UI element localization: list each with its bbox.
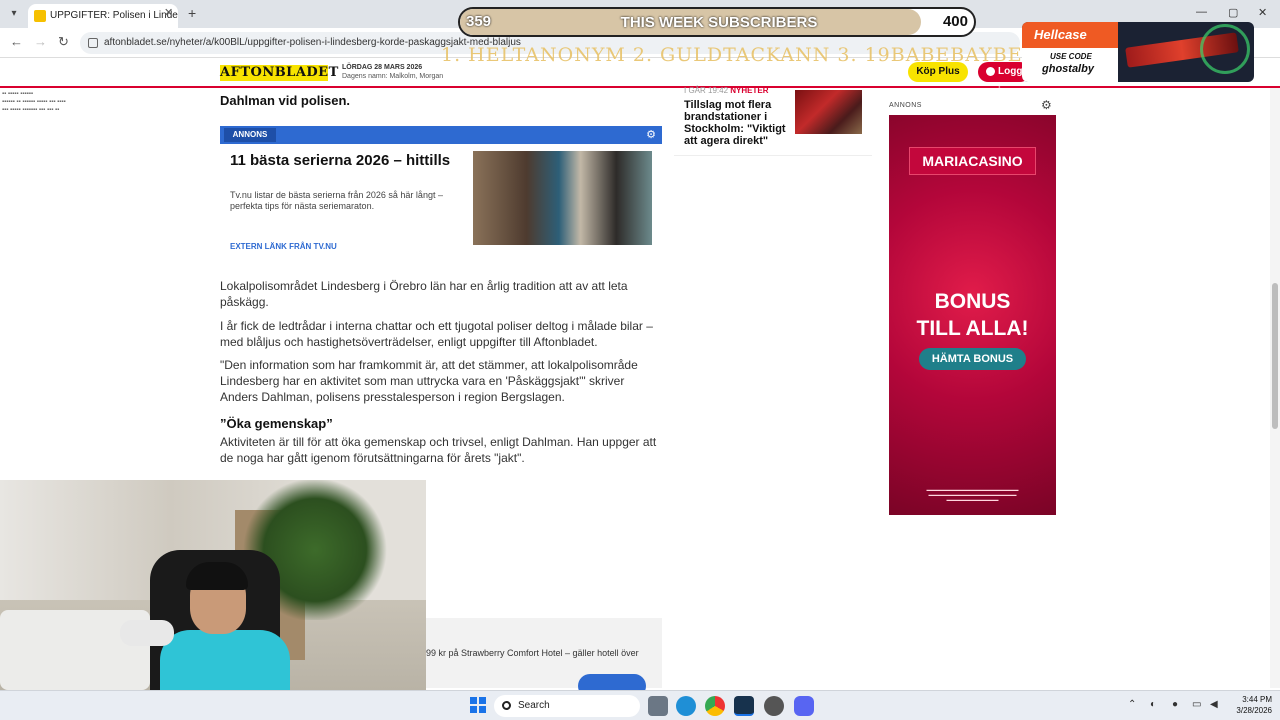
taskbar-clock[interactable]: 3:44 PM 3/28/2026 [1226, 694, 1272, 716]
display-icon[interactable]: ▭ [1192, 699, 1201, 710]
sidebar-news-item[interactable]: I GÅR 19:42 NYHETER Tillslag mot flera b… [674, 84, 872, 156]
article-paragraph: Aktiviteten är till för att öka gemenska… [220, 435, 657, 465]
tab-search-icon[interactable]: ▾ [4, 4, 24, 24]
article-intro-text: Dahlman vid polisen. [220, 93, 351, 108]
news-time: I GÅR 19:42 [684, 86, 729, 95]
edge-icon[interactable] [676, 696, 696, 716]
hellcase-code: ghostalby [1042, 63, 1094, 75]
clock-time: 3:44 PM [1242, 695, 1272, 704]
user-icon [986, 67, 995, 76]
subscriber-goal-bar: THIS WEEK SUBSCRIBERS 359 400 [458, 7, 976, 37]
forward-icon[interactable]: → [34, 34, 47, 50]
gear-icon[interactable]: ⚙ [646, 128, 656, 141]
taskbar-search-label: Search [518, 700, 550, 711]
browser-tab[interactable]: UPPGIFTER: Polisen i Lindesberg [28, 4, 178, 28]
taskbar-search-input[interactable]: Search [494, 695, 640, 717]
hellcase-code-label: USE CODE [1050, 52, 1092, 61]
news-meta: I GÅR 19:42 NYHETER [684, 86, 769, 95]
clock-date: 3/28/2026 [1236, 706, 1272, 715]
site-logo[interactable]: AFTONBLADET [220, 65, 338, 81]
sponsored-text: 99 kr på Strawberry Comfort Hotel – gäll… [426, 648, 639, 658]
gear-icon[interactable]: ⚙ [1041, 98, 1052, 112]
article-subheading: ”Öka gemenskap” [220, 416, 333, 431]
maximize-icon[interactable]: ▢ [1228, 6, 1238, 19]
windows-start-icon[interactable] [470, 697, 486, 713]
chat-line: ▪▪ ▪▪▪▪▪ ▪▪▪▪▪▪ [2, 91, 33, 97]
glow-ring-icon [1200, 24, 1250, 74]
native-ad[interactable]: ANNONS ⚙ 11 bästa serierna 2026 – hittil… [220, 126, 662, 264]
news-thumbnail[interactable] [795, 90, 862, 134]
ad-external-link[interactable]: EXTERN LÄNK FRÅN TV.NU [230, 242, 337, 251]
chrome-icon[interactable] [705, 696, 725, 716]
tab-title: UPPGIFTER: Polisen i Lindesberg [50, 10, 178, 21]
scrollbar-thumb[interactable] [1272, 283, 1278, 429]
webcam-person-shirt [160, 630, 290, 690]
header-name-day: Dagens namn: Malkolm, Morgan [342, 73, 444, 80]
hellcase-logo: Hellcase [1022, 22, 1118, 48]
back-icon[interactable]: ← [10, 34, 23, 50]
ad-header-bar: ANNONS ⚙ [220, 126, 662, 144]
casino-banner-ad[interactable]: MARIACASINO BONUS TILL ALLA! HÄMTA BONUS… [889, 115, 1056, 515]
chat-line: ▪▪▪▪▪▪ ▪▪ ▪▪▪▪▪▪ ▪▪▪▪▪ ▪▪▪ ▪▪▪▪ [2, 99, 66, 105]
task-view-icon[interactable] [648, 696, 668, 716]
casino-bonus-line1: BONUS [934, 290, 1011, 313]
scrollbar[interactable] [1270, 88, 1280, 688]
ad-title[interactable]: 11 bästa serierna 2026 – hittills [230, 152, 480, 169]
tray-chevron-icon[interactable]: ⌃ [1128, 699, 1136, 710]
steam-icon[interactable] [734, 696, 754, 716]
webcam-person-cap [186, 562, 248, 590]
article-paragraph: "Den information som har framkommit är, … [220, 358, 638, 404]
casino-logo: MARIACASINO [909, 147, 1036, 175]
site-info-icon[interactable] [88, 38, 98, 48]
windows-taskbar: Search ⌃ ◐ ● ▭ ◀ 3:44 PM 3/28/2026 [0, 690, 1280, 720]
screen: ▾ UPPGIFTER: Polisen i Lindesberg ✕ + — … [0, 0, 1280, 720]
chat-line: ▪▪▪ ▪▪▪▪▪ ▪▪▪▪▪▪▪ ▪▪▪ ▪▪▪ ▪▪ [2, 107, 60, 113]
header-date: LÖRDAG 28 MARS 2026 [342, 64, 423, 71]
casino-bonus-text: BONUS TILL ALLA! [889, 288, 1056, 342]
top-supporters-ticker: 1. HELTANONYM 2. GULDTACKANN 3. 19BABEBA… [441, 44, 1023, 66]
article-paragraph: Lokalpolisområdet Lindesberg i Örebro lä… [220, 279, 628, 309]
hellcase-code-box: USE CODE ghostalby [1022, 48, 1118, 82]
webcam-overlay [0, 480, 426, 690]
ad-description: Tv.nu listar de bästa serierna från 2026… [230, 190, 443, 211]
get-bonus-button[interactable]: HÄMTA BONUS [919, 348, 1026, 370]
subscriber-count: 359 [466, 13, 492, 30]
minimize-icon[interactable]: — [1196, 6, 1207, 18]
subscriber-goal: 400 [942, 13, 968, 30]
mic-icon[interactable]: ● [1172, 699, 1178, 710]
reload-icon[interactable]: ↻ [58, 34, 69, 50]
new-tab-icon[interactable]: + [188, 4, 196, 22]
webcam-microphone [120, 620, 174, 646]
obs-icon[interactable] [764, 696, 784, 716]
ad-label-small: ANNONS [889, 102, 922, 109]
ad-image[interactable] [473, 151, 652, 245]
search-icon [502, 701, 511, 710]
network-icon[interactable]: ◐ [1150, 699, 1156, 710]
news-title[interactable]: Tillslag mot flera brandstationer i Stoc… [684, 99, 792, 147]
hellcase-sponsor-overlay: Hellcase USE CODE ghostalby [1022, 22, 1254, 82]
casino-fine-print: ▬▬▬▬▬▬▬▬▬▬▬▬▬▬▬▬▬▬▬▬▬▬▬ ▬▬▬▬▬▬▬▬▬▬▬▬▬▬▬▬▬… [926, 487, 1019, 502]
volume-icon[interactable]: ◀ [1210, 699, 1218, 710]
stream-chat-overlay: ▪▪ ▪▪▪▪▪ ▪▪▪▪▪▪ ▪▪▪▪▪▪ ▪▪ ▪▪▪▪▪▪ ▪▪▪▪▪ ▪… [2, 90, 162, 114]
ad-label: ANNONS [224, 128, 276, 142]
casino-bonus-line2: TILL ALLA! [916, 317, 1029, 340]
article-paragraph: I år fick de ledtrådar i interna chattar… [220, 319, 653, 349]
close-window-icon[interactable]: ✕ [1258, 6, 1267, 19]
close-tab-icon[interactable]: ✕ [164, 6, 173, 20]
favicon-icon [34, 10, 46, 22]
news-tag: NYHETER [730, 86, 769, 95]
discord-icon[interactable] [794, 696, 814, 716]
subscriber-goal-title: THIS WEEK SUBSCRIBERS [620, 14, 818, 31]
